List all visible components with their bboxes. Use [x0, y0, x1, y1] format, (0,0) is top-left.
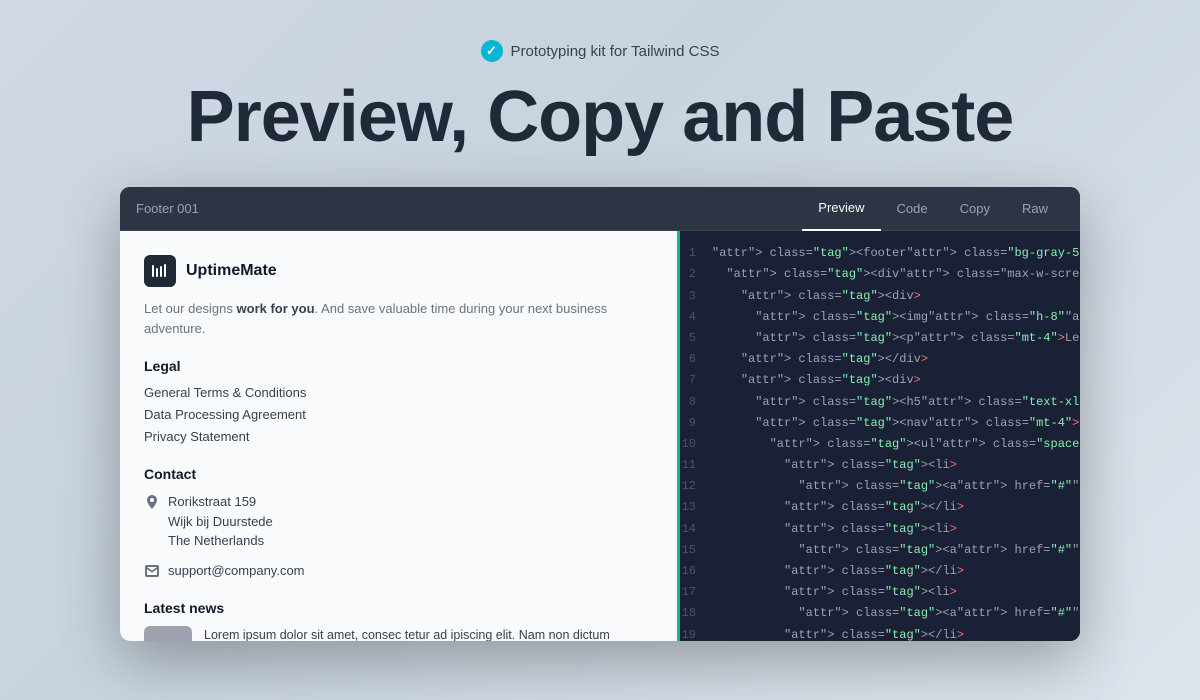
code-line: 10 "attr"> class="tag"><ul"attr"> class=…	[680, 434, 1080, 455]
general-terms-link[interactable]: General Terms & Conditions	[144, 385, 306, 400]
code-line: 14 "attr"> class="tag"><li>	[680, 519, 1080, 540]
list-item: General Terms & Conditions	[144, 384, 653, 402]
tab-code[interactable]: Code	[881, 187, 944, 231]
list-item: Data Processing Agreement	[144, 406, 653, 424]
brand-description: Let our designs work for you. And save v…	[144, 299, 653, 338]
news-content: Lorem ipsum dolor sit amet, consec tetur…	[204, 626, 653, 641]
brand-name: UptimeMate	[186, 262, 277, 280]
code-line: 15 "attr"> class="tag"><a"attr"> href="#…	[680, 540, 1080, 561]
code-line: 18 "attr"> class="tag"><a"attr"> href="#…	[680, 603, 1080, 624]
check-icon	[481, 40, 503, 62]
news-item: Lorem ipsum dolor sit amet, consec tetur…	[144, 626, 653, 641]
location-icon	[144, 494, 160, 510]
code-line: 7 "attr"> class="tag"><div>	[680, 370, 1080, 391]
badge-text: Prototyping kit for Tailwind CSS	[511, 43, 720, 60]
code-scroll[interactable]: 1"attr"> class="tag"><footer"attr"> clas…	[680, 231, 1080, 641]
code-line: 13 "attr"> class="tag"></li>	[680, 497, 1080, 518]
news-heading: Latest news	[144, 600, 653, 616]
code-line: 9 "attr"> class="tag"><nav"attr"> class=…	[680, 413, 1080, 434]
email-item: support@company.com	[144, 561, 653, 581]
code-line: 1"attr"> class="tag"><footer"attr"> clas…	[680, 243, 1080, 264]
tab-preview[interactable]: Preview	[802, 187, 880, 231]
privacy-link[interactable]: Privacy Statement	[144, 429, 250, 444]
data-processing-link[interactable]: Data Processing Agreement	[144, 407, 306, 422]
code-line: 19 "attr"> class="tag"></li>	[680, 625, 1080, 642]
tab-bar: Preview Code Copy Raw	[802, 187, 1064, 231]
code-line: 5 "attr"> class="tag"><p"attr"> class="m…	[680, 328, 1080, 349]
code-line: 4 "attr"> class="tag"><img"attr"> class=…	[680, 307, 1080, 328]
code-panel: 1"attr"> class="tag"><footer"attr"> clas…	[680, 231, 1080, 641]
legal-links: General Terms & Conditions Data Processi…	[144, 384, 653, 446]
code-line: 8 "attr"> class="tag"><h5"attr"> class="…	[680, 392, 1080, 413]
news-description: Lorem ipsum dolor sit amet, consec tetur…	[204, 626, 653, 641]
card-title: Footer 001	[136, 201, 802, 216]
code-line: 12 "attr"> class="tag"><a"attr"> href="#…	[680, 476, 1080, 497]
card-header: Footer 001 Preview Code Copy Raw	[120, 187, 1080, 231]
list-item: Privacy Statement	[144, 428, 653, 446]
code-line: 3 "attr"> class="tag"><div>	[680, 286, 1080, 307]
legal-heading: Legal	[144, 358, 653, 374]
component-card: Footer 001 Preview Code Copy Raw	[120, 187, 1080, 641]
preview-panel: UptimeMate Let our designs work for you.…	[120, 231, 680, 641]
code-line: 16 "attr"> class="tag"></li>	[680, 561, 1080, 582]
address-text: Rorikstraat 159 Wijk bij Duurstede The N…	[168, 492, 273, 551]
contact-heading: Contact	[144, 466, 653, 482]
brand-icon	[144, 255, 176, 287]
news-thumbnail	[144, 626, 192, 641]
email-icon	[144, 563, 160, 579]
brand-logo-icon	[150, 261, 170, 281]
news-section: Latest news Lorem ipsum dolor sit amet, …	[144, 600, 653, 641]
email-text: support@company.com	[168, 561, 305, 581]
contact-section: Contact Rorikstraat 159 Wijk bij Duurste…	[144, 466, 653, 580]
legal-section: Legal General Terms & Conditions Data Pr…	[144, 358, 653, 446]
address-item: Rorikstraat 159 Wijk bij Duurstede The N…	[144, 492, 653, 551]
code-line: 6 "attr"> class="tag"></div>	[680, 349, 1080, 370]
code-line: 17 "attr"> class="tag"><li>	[680, 582, 1080, 603]
card-body: UptimeMate Let our designs work for you.…	[120, 231, 1080, 641]
tab-copy[interactable]: Copy	[944, 187, 1006, 231]
code-line: 11 "attr"> class="tag"><li>	[680, 455, 1080, 476]
tab-raw[interactable]: Raw	[1006, 187, 1064, 231]
hero-section: Prototyping kit for Tailwind CSS Preview…	[0, 0, 1200, 187]
badge: Prototyping kit for Tailwind CSS	[481, 40, 720, 62]
code-line: 2 "attr"> class="tag"><div"attr"> class=…	[680, 264, 1080, 285]
hero-title: Preview, Copy and Paste	[0, 78, 1200, 157]
brand-area: UptimeMate	[144, 255, 653, 287]
